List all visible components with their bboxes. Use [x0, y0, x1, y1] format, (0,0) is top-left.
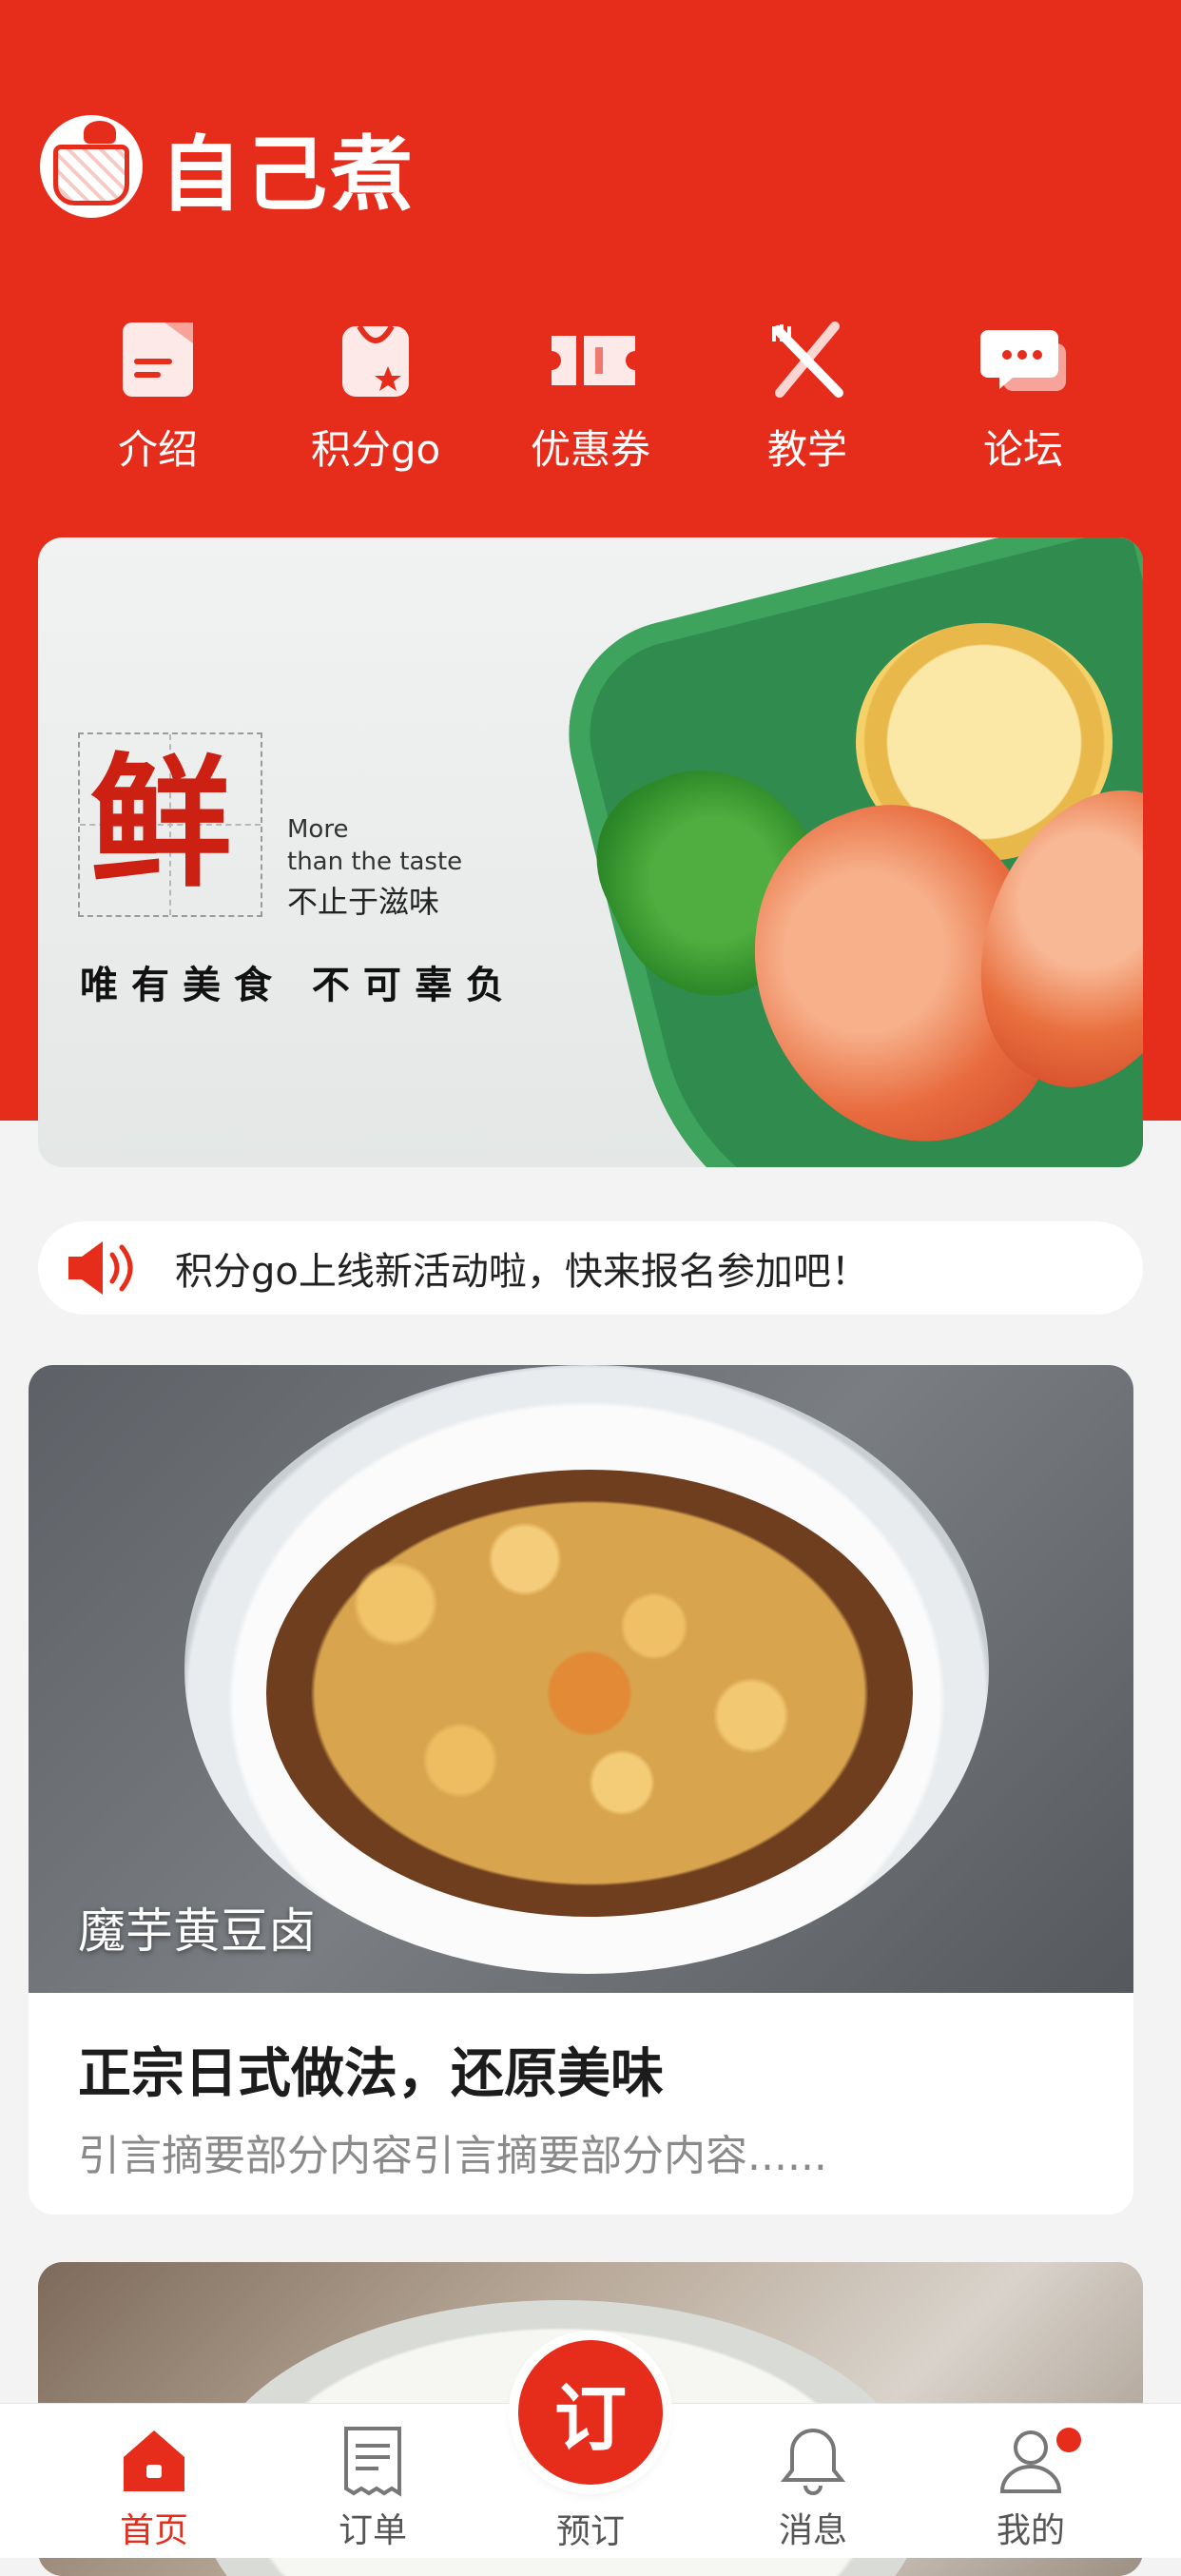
app-name: 自己煮: [160, 127, 416, 223]
recipe-title: 正宗日式做法，还原美味: [78, 2043, 664, 2105]
bell-icon: [775, 2423, 851, 2499]
tab-home[interactable]: 首页: [59, 2404, 249, 2558]
home-icon: [116, 2423, 192, 2499]
tab-reserve-label: 预订: [555, 2512, 625, 2551]
banner-slogan: 唯有美食 不可辜负: [80, 964, 517, 1007]
nav-label-intro: 介绍: [117, 426, 198, 473]
fresh-character-box: 鲜: [78, 732, 262, 917]
banner-english-line-2: than the taste: [287, 848, 463, 876]
tab-messages[interactable]: 消息: [718, 2404, 908, 2558]
promo-banner[interactable]: 鲜 More than the taste 不止于滋味 唯有美食 不可辜负: [38, 537, 1143, 1167]
nav-label-teaching: 教学: [766, 426, 847, 473]
intro-icon: [115, 317, 201, 402]
tab-messages-label: 消息: [778, 2511, 847, 2550]
chat-icon: [980, 317, 1066, 402]
banner-chinese-tagline: 不止于滋味: [287, 884, 440, 920]
nav-item-intro[interactable]: 介绍: [49, 309, 266, 480]
tab-profile[interactable]: 我的: [936, 2404, 1126, 2558]
nav-item-coupon[interactable]: 优惠券: [482, 309, 699, 480]
tab-profile-label: 我的: [996, 2511, 1065, 2550]
recipe-card[interactable]: 魔芋黄豆卤 正宗日式做法，还原美味 引言摘要部分内容引言摘要部分内容......: [29, 1365, 1133, 2215]
points-bag-icon: [333, 317, 418, 402]
banner-english-line-1: More: [287, 815, 349, 844]
reserve-button[interactable]: 订: [518, 2340, 663, 2485]
nav-item-points[interactable]: 积分go: [267, 309, 484, 480]
nav-label-coupon: 优惠券: [530, 426, 650, 473]
speaker-icon: [65, 1239, 141, 1297]
tab-orders[interactable]: 订单: [278, 2404, 468, 2558]
tab-home-label: 首页: [119, 2511, 188, 2550]
coupon-icon: [548, 317, 635, 402]
app-logo: 自己煮: [40, 114, 416, 223]
reserve-button-text: 订: [554, 2376, 627, 2461]
recipe-tag: 魔芋黄豆卤: [78, 1903, 316, 1959]
utensils-icon: [765, 317, 850, 402]
order-list-icon: [335, 2423, 411, 2499]
notice-bar[interactable]: 积分go上线新活动啦，快来报名参加吧！: [38, 1221, 1143, 1315]
tab-orders-label: 订单: [338, 2511, 407, 2550]
notice-text: 积分go上线新活动啦，快来报名参加吧！: [175, 1250, 869, 1294]
notification-badge: [1056, 2428, 1081, 2452]
quick-nav: 介绍 积分go 优惠券 教学 论坛: [0, 309, 1181, 480]
nav-item-teaching[interactable]: 教学: [699, 309, 916, 480]
recipe-description: 引言摘要部分内容引言摘要部分内容......: [78, 2132, 827, 2180]
banner-english-tagline: More than the taste: [287, 813, 462, 878]
nav-label-forum: 论坛: [982, 426, 1063, 473]
nav-label-points: 积分go: [310, 426, 441, 473]
nav-item-forum[interactable]: 论坛: [915, 309, 1132, 480]
basket-logo-icon: [40, 115, 143, 218]
fresh-character: 鲜: [89, 739, 233, 907]
recipe-food-image: [266, 1470, 913, 1917]
